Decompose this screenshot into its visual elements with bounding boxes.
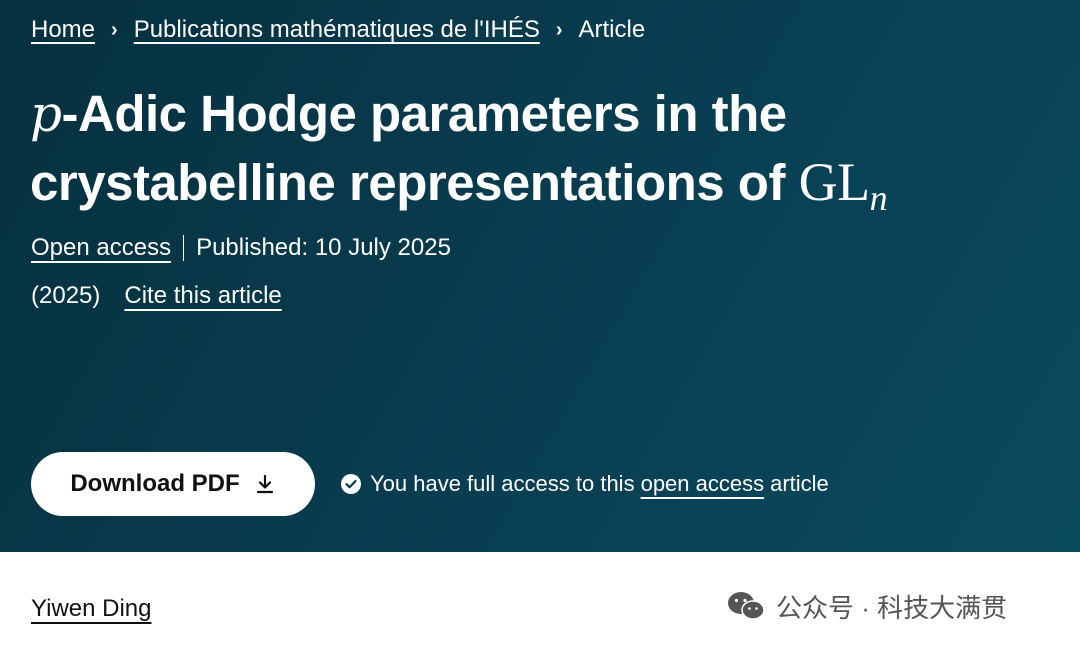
breadcrumb-journal-link[interactable]: Publications mathématiques de l'IHÉS xyxy=(134,16,540,44)
access-notice: You have full access to this open access… xyxy=(340,466,829,502)
watermark-text: 公众号 · 科技大满贯 xyxy=(776,592,1008,623)
title-line1: -Adic Hodge parameters in the xyxy=(61,85,788,142)
breadcrumb-home-link[interactable]: Home xyxy=(31,16,95,44)
citation-row: (2025) Cite this article xyxy=(31,278,282,314)
breadcrumb: Home › Publications mathématiques de l'I… xyxy=(31,12,645,48)
article-year: (2025) xyxy=(31,282,101,309)
cite-article-link[interactable]: Cite this article xyxy=(124,282,281,310)
title-math-gl: GL xyxy=(798,152,870,212)
breadcrumb-current: Article xyxy=(578,16,646,43)
author-link[interactable]: Yiwen Ding xyxy=(31,595,152,623)
download-pdf-label: Download PDF xyxy=(70,470,240,497)
access-notice-suffix: article xyxy=(770,471,829,496)
meta-divider xyxy=(183,235,185,261)
check-circle-icon xyxy=(340,473,362,495)
download-pdf-button[interactable]: Download PDF xyxy=(31,452,315,516)
article-header: Home › Publications mathématiques de l'I… xyxy=(0,0,1080,552)
title-math-subscript: n xyxy=(869,178,888,218)
title-line2: crystabelline representations of xyxy=(30,154,799,211)
article-meta: Open access Published: 10 July 2025 xyxy=(31,230,451,266)
title-math-p: p xyxy=(30,85,62,143)
chevron-right-icon: › xyxy=(555,18,563,41)
access-notice-prefix: You have full access to this xyxy=(370,471,635,496)
download-icon xyxy=(254,473,276,495)
published-date: Published: 10 July 2025 xyxy=(196,234,451,261)
watermark: 公众号 · 科技大满贯 xyxy=(726,586,1007,626)
wechat-icon xyxy=(726,590,766,622)
open-access-info-link[interactable]: open access xyxy=(641,471,765,497)
chevron-right-icon: › xyxy=(111,18,118,41)
open-access-link[interactable]: Open access xyxy=(31,234,171,262)
article-title: p-Adic Hodge parameters in the crystabel… xyxy=(30,80,1060,222)
